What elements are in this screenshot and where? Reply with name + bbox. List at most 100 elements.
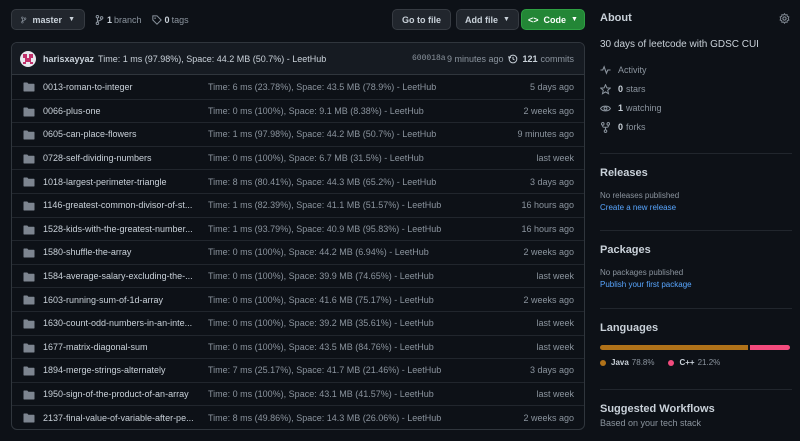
watching-link[interactable]: 1 watching — [600, 103, 792, 113]
file-name[interactable]: 0605-can-place-flowers — [43, 129, 203, 139]
gear-icon[interactable] — [779, 12, 790, 24]
file-commit-message[interactable]: Time: 0 ms (100%), Space: 39.9 MB (74.65… — [208, 271, 434, 281]
file-commit-message[interactable]: Time: 6 ms (23.78%), Space: 43.5 MB (78.… — [208, 82, 436, 92]
pulse-icon — [600, 65, 611, 75]
star-icon — [600, 83, 611, 95]
add-file-button[interactable]: Add file ▼ — [456, 9, 519, 30]
commit-hash[interactable]: 600018a — [412, 54, 446, 63]
file-name[interactable]: 1630-count-odd-numbers-in-an-inte... — [43, 318, 203, 328]
file-row[interactable]: 1677-matrix-diagonal-sum Time: 0 ms (100%… — [12, 334, 584, 359]
file-commit-message[interactable]: Time: 0 ms (100%), Space: 6.7 MB (31.5%)… — [208, 153, 424, 163]
eye-icon — [600, 105, 611, 111]
commits-link[interactable]: 121 commits — [508, 54, 574, 64]
file-row[interactable]: 0605-can-place-flowers Time: 1 ms (97.98%… — [12, 122, 584, 146]
file-row[interactable]: 1950-sign-of-the-product-of-an-array Time… — [12, 381, 584, 406]
file-commit-message[interactable]: Time: 7 ms (25.17%), Space: 41.7 MB (21.… — [208, 365, 441, 375]
folder-icon-wrap — [23, 413, 35, 425]
forks-link[interactable]: 0 forks — [600, 121, 792, 133]
go-to-file-button[interactable]: Go to file — [392, 9, 451, 30]
commit-author[interactable]: harisxayyaz — [43, 54, 94, 64]
file-row[interactable]: 0066-plus-one Time: 0 ms (100%), Space: 9… — [12, 98, 584, 123]
file-row[interactable]: 1018-largest-perimeter-triangle Time: 8 m… — [12, 169, 584, 193]
branch-select-button[interactable]: master ▼ — [11, 9, 85, 30]
language-item[interactable]: C++ 21.2% — [668, 358, 734, 367]
code-button[interactable]: <> Code ▼ — [521, 9, 585, 30]
file-commit-time: last week — [536, 341, 574, 352]
commit-count-label: commits — [540, 53, 575, 64]
file-name[interactable]: 1146-greatest-common-divisor-of-st... — [43, 200, 203, 210]
file-commit-time: 2 weeks ago — [523, 247, 574, 258]
folder-icon — [23, 130, 35, 140]
file-name[interactable]: 1894-merge-strings-alternately — [43, 365, 203, 375]
avatar-icon — [23, 53, 33, 64]
languages-title: Languages — [600, 322, 659, 334]
branch-icon — [21, 16, 27, 23]
file-name[interactable]: 1018-largest-perimeter-triangle — [43, 177, 203, 187]
file-commit-message[interactable]: Time: 1 ms (93.79%), Space: 40.9 MB (95.… — [208, 224, 441, 234]
file-name[interactable]: 1677-matrix-diagonal-sum — [43, 342, 203, 352]
repo-sidebar: About 30 days of leetcode with GDSC CUI … — [600, 9, 792, 428]
language-item[interactable]: Java 78.8% — [600, 358, 668, 367]
history-icon — [508, 54, 518, 63]
packages-empty: No packages published — [600, 268, 684, 277]
file-row[interactable]: 0013-roman-to-integer Time: 6 ms (23.78%)… — [12, 75, 584, 99]
tags-link[interactable]: 0 tags — [151, 15, 189, 25]
folder-icon — [23, 248, 35, 258]
file-name[interactable]: 0728-self-dividing-numbers — [43, 153, 203, 163]
file-row[interactable]: 2137-final-value-of-variable-after-pe...… — [12, 405, 584, 429]
branch-name: master — [32, 14, 63, 25]
file-name[interactable]: 1950-sign-of-the-product-of-an-array — [43, 389, 203, 399]
folder-icon-wrap — [23, 272, 35, 284]
file-name[interactable]: 2137-final-value-of-variable-after-pe... — [43, 413, 203, 423]
file-row[interactable]: 1894-merge-strings-alternately Time: 7 ms… — [12, 358, 584, 382]
file-row[interactable]: 1584-average-salary-excluding-the-... Tim… — [12, 263, 584, 288]
file-row[interactable]: 1580-shuffle-the-array Time: 0 ms (100%),… — [12, 240, 584, 264]
repo-main: master ▼ 1 branch 0 tags Go to file Add … — [11, 9, 585, 430]
file-commit-message[interactable]: Time: 0 ms (100%), Space: 39.2 MB (35.61… — [208, 318, 434, 328]
file-commit-message[interactable]: Time: 0 ms (100%), Space: 9.1 MB (8.38%)… — [208, 106, 424, 116]
file-row[interactable]: 0728-self-dividing-numbers Time: 0 ms (10… — [12, 145, 584, 170]
stars-link[interactable]: 0 stars — [600, 83, 792, 95]
folder-icon-wrap — [23, 107, 35, 119]
packages-title[interactable]: Packages — [600, 244, 792, 256]
file-row[interactable]: 1603-running-sum-of-1d-array Time: 0 ms (… — [12, 287, 584, 311]
avatar[interactable] — [20, 50, 36, 67]
file-commit-message[interactable]: Time: 8 ms (49.86%), Space: 14.3 MB (26.… — [208, 413, 441, 423]
file-row[interactable]: 1146-greatest-common-divisor-of-st... Tim… — [12, 192, 584, 217]
activity-link[interactable]: Activity — [600, 65, 792, 75]
file-commit-message[interactable]: Time: 0 ms (100%), Space: 43.1 MB (41.57… — [208, 389, 434, 399]
commit-count: 121 — [522, 53, 538, 64]
branches-link[interactable]: 1 branch — [95, 14, 142, 25]
file-row[interactable]: 1630-count-odd-numbers-in-an-inte... Time… — [12, 310, 584, 335]
file-row[interactable]: 1528-kids-with-the-greatest-number... Tim… — [12, 216, 584, 241]
language-list: Java 78.8% C++ 21.2% — [600, 358, 792, 367]
releases-title[interactable]: Releases — [600, 167, 792, 179]
commit-message[interactable]: Time: 1 ms (97.98%), Space: 44.2 MB (50.… — [98, 54, 326, 64]
folder-icon-wrap — [23, 248, 35, 260]
file-commit-time: 5 days ago — [529, 81, 574, 92]
file-name[interactable]: 0066-plus-one — [43, 106, 203, 116]
file-commit-time: last week — [536, 318, 574, 329]
file-commit-message[interactable]: Time: 8 ms (80.41%), Space: 44.3 MB (65.… — [208, 177, 436, 187]
file-commit-message[interactable]: Time: 1 ms (82.39%), Space: 41.1 MB (51.… — [208, 200, 441, 210]
create-release-link[interactable]: Create a new release — [600, 203, 792, 212]
divider — [600, 230, 792, 231]
publish-package-link[interactable]: Publish your first package — [600, 280, 792, 289]
code-label: Code — [543, 14, 567, 25]
folder-icon-wrap — [23, 154, 35, 166]
forks-label: forks — [626, 122, 646, 132]
file-name[interactable]: 1580-shuffle-the-array — [43, 247, 203, 257]
file-commit-message[interactable]: Time: 0 ms (100%), Space: 43.5 MB (84.76… — [208, 342, 434, 352]
file-name[interactable]: 1528-kids-with-the-greatest-number... — [43, 224, 203, 234]
file-name[interactable]: 0013-roman-to-integer — [43, 82, 203, 92]
file-commit-time: last week — [536, 153, 574, 164]
folder-icon — [23, 272, 35, 282]
file-name[interactable]: 1603-running-sum-of-1d-array — [43, 295, 203, 305]
branch-icon — [95, 14, 104, 25]
file-name[interactable]: 1584-average-salary-excluding-the-... — [43, 271, 203, 281]
file-commit-message[interactable]: Time: 0 ms (100%), Space: 41.6 MB (75.17… — [208, 295, 434, 305]
file-commit-message[interactable]: Time: 0 ms (100%), Space: 44.2 MB (6.94%… — [208, 247, 429, 257]
language-dot-icon — [600, 359, 606, 366]
divider — [600, 389, 792, 390]
file-commit-message[interactable]: Time: 1 ms (97.98%), Space: 44.2 MB (50.… — [208, 129, 436, 139]
